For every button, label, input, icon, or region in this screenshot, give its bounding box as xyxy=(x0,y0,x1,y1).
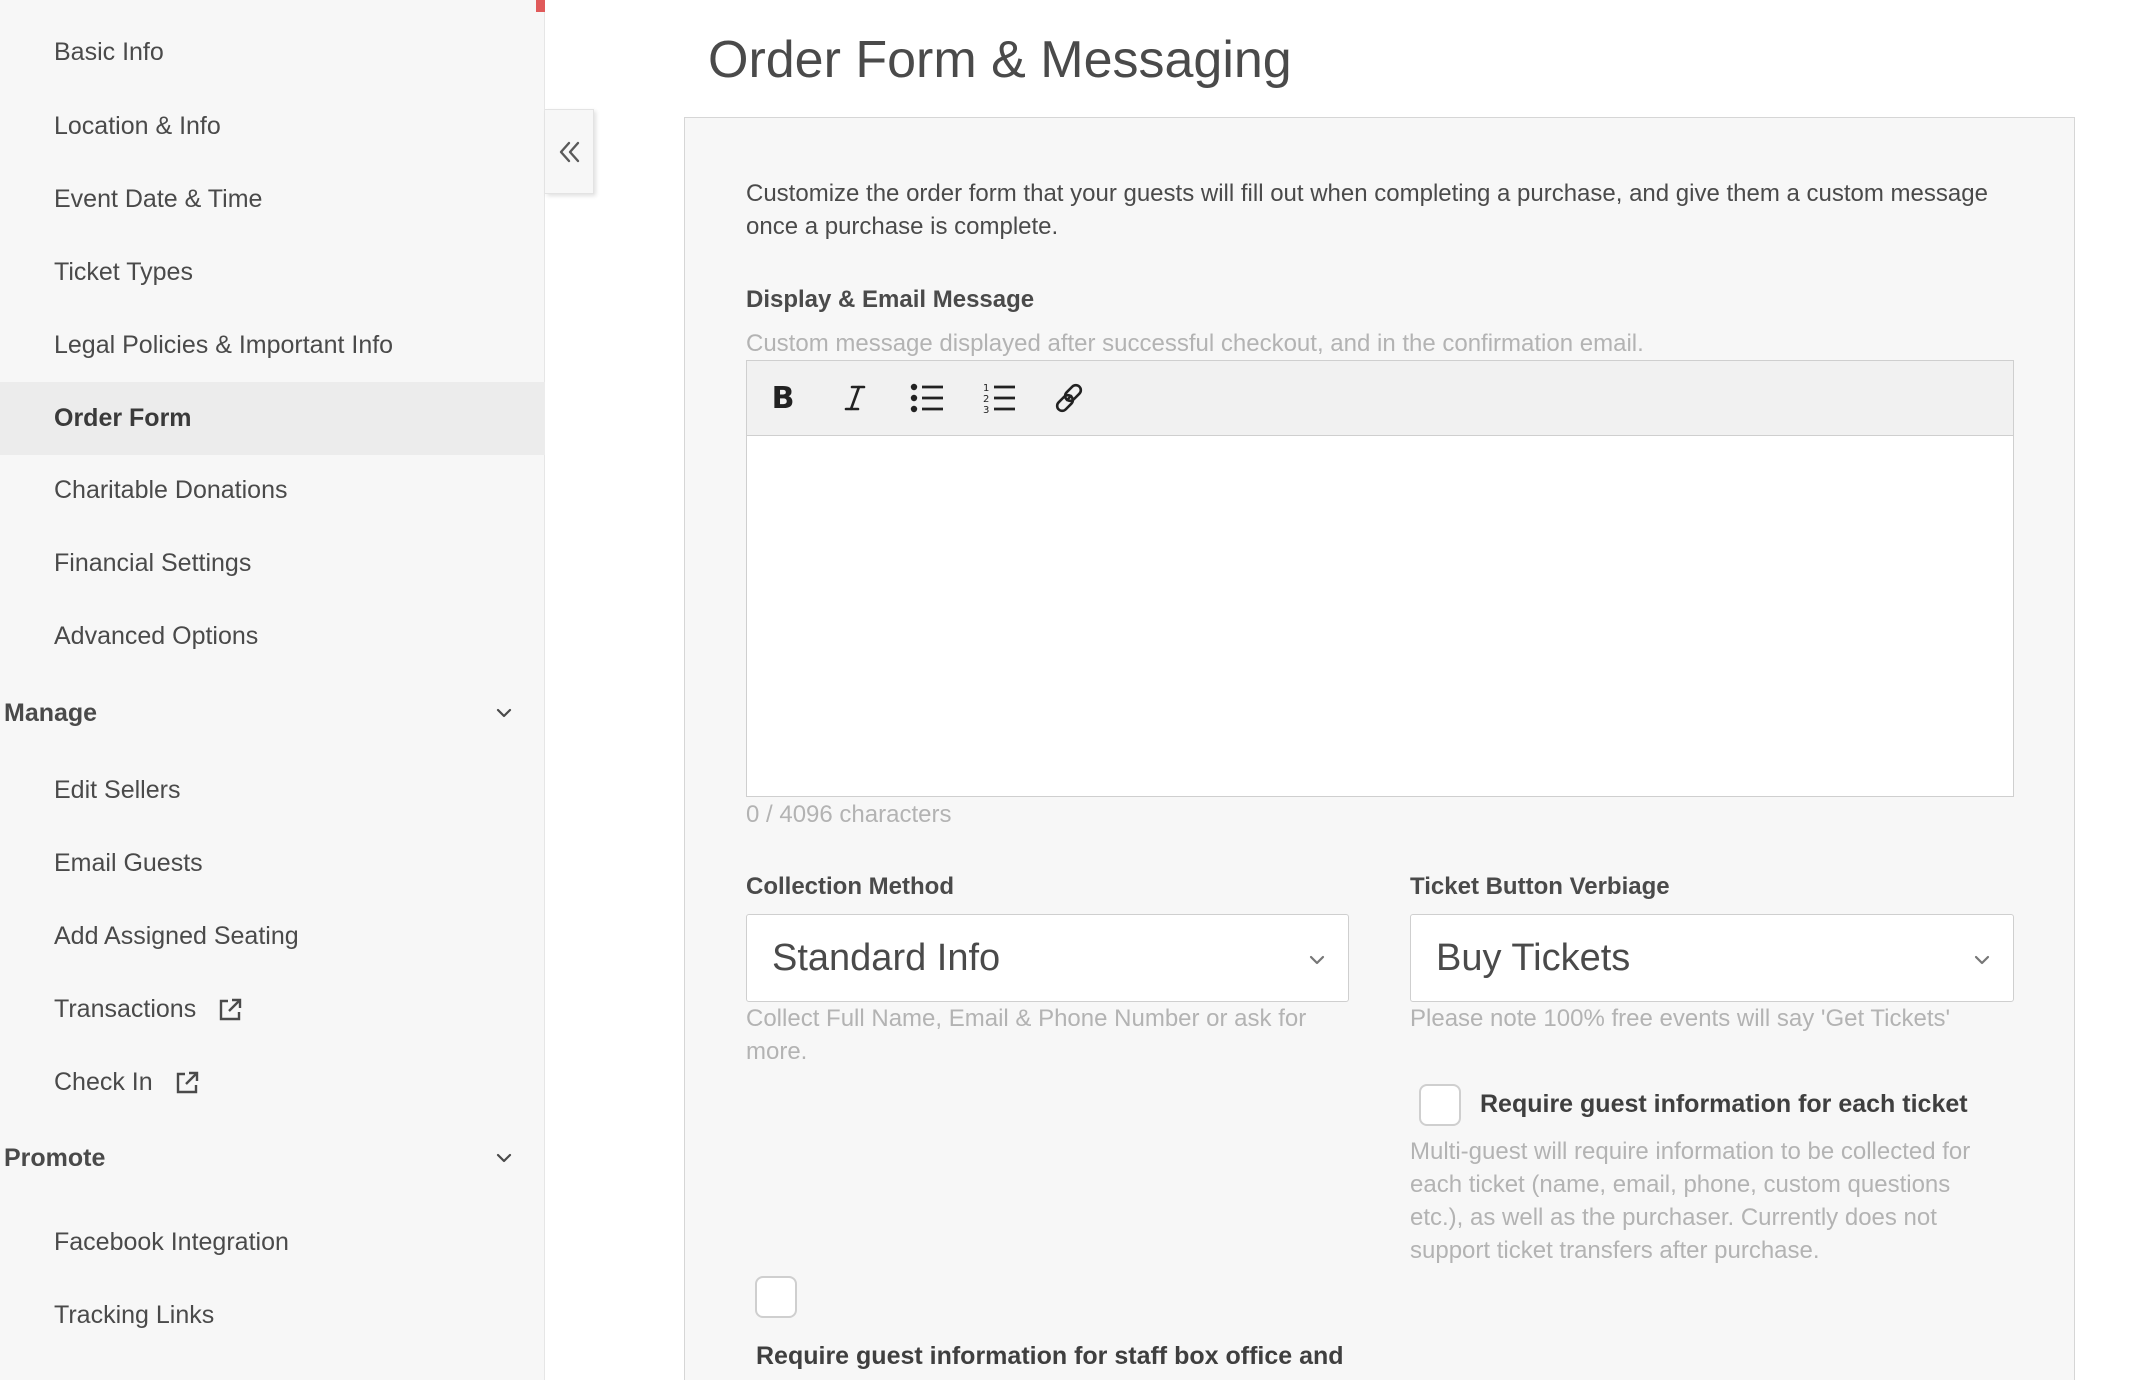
sidebar-item-label: Facebook Integration xyxy=(54,1228,289,1256)
svg-text:3: 3 xyxy=(983,405,989,415)
sidebar-item-advanced-options[interactable]: Advanced Options xyxy=(0,600,545,673)
sidebar-item-label: Email Guests xyxy=(54,849,203,877)
sidebar-item-label: Order Form xyxy=(54,404,192,432)
sidebar-item-label: Ticket Types xyxy=(54,258,193,286)
character-count: 0 / 4096 characters xyxy=(746,801,952,828)
collection-method-label: Collection Method xyxy=(746,873,954,900)
sidebar-item-event-date-time[interactable]: Event Date & Time xyxy=(0,163,545,236)
sidebar-item-label: Legal Policies & Important Info xyxy=(54,331,394,359)
sidebar: Basic Info Location & Info Event Date & … xyxy=(0,0,545,1380)
display-message-label: Display & Email Message xyxy=(746,286,1035,313)
chevron-down-icon xyxy=(1309,955,1325,965)
require-staff-checkbox[interactable] xyxy=(755,1276,797,1318)
italic-icon xyxy=(844,385,866,411)
chevron-down-icon xyxy=(496,1153,512,1163)
link-icon xyxy=(1055,383,1083,413)
bulleted-list-icon xyxy=(910,383,943,413)
sidebar-item-check-in[interactable]: Check In xyxy=(0,1046,545,1119)
sidebar-item-financial-settings[interactable]: Financial Settings xyxy=(0,527,545,600)
sidebar-item-legal-policies[interactable]: Legal Policies & Important Info xyxy=(0,309,545,382)
page-title: Order Form & Messaging xyxy=(708,31,1292,89)
require-each-ticket-checkbox[interactable] xyxy=(1419,1084,1461,1126)
sidebar-accent-bar xyxy=(536,0,545,12)
rich-text-editor: B 123 xyxy=(746,360,2014,797)
sidebar-item-edit-sellers[interactable]: Edit Sellers xyxy=(0,754,545,827)
sidebar-section-manage[interactable]: Manage xyxy=(0,677,545,750)
intro-text: Customize the order form that your guest… xyxy=(746,180,1988,240)
sidebar-item-email-guests[interactable]: Email Guests xyxy=(0,827,545,900)
ticket-button-verbiage-label: Ticket Button Verbiage xyxy=(1410,873,1670,900)
chevron-down-icon xyxy=(496,708,512,718)
svg-text:2: 2 xyxy=(983,394,989,405)
sidebar-item-add-assigned-seating[interactable]: Add Assigned Seating xyxy=(0,900,545,973)
sidebar-collapse-button[interactable] xyxy=(545,109,594,194)
sidebar-item-label: Transactions xyxy=(54,995,197,1023)
sidebar-item-order-form[interactable]: Order Form xyxy=(0,382,545,455)
sidebar-item-ticket-types[interactable]: Ticket Types xyxy=(0,236,545,309)
sidebar-item-label: Edit Sellers xyxy=(54,776,181,804)
ticket-button-verbiage-value: Buy Tickets xyxy=(1436,936,1631,979)
sidebar-item-label: Tracking Links xyxy=(54,1301,215,1329)
editor-toolbar: B 123 xyxy=(747,361,2013,436)
message-editor-textarea[interactable] xyxy=(747,437,2013,796)
sidebar-item-tracking-links[interactable]: Tracking Links xyxy=(0,1279,545,1352)
require-each-ticket-help: Multi-guest will require information to … xyxy=(1410,1138,1971,1264)
display-message-help: Custom message displayed after successfu… xyxy=(746,330,1644,357)
ticket-button-verbiage-help: Please note 100% free events will say 'G… xyxy=(1410,1005,1951,1032)
bold-button[interactable]: B xyxy=(764,379,802,417)
sidebar-item-basic-info[interactable]: Basic Info xyxy=(0,16,545,89)
italic-button[interactable] xyxy=(836,379,874,417)
sidebar-item-label: Location & Info xyxy=(54,112,221,140)
link-button[interactable] xyxy=(1050,379,1088,417)
sidebar-item-charitable-donations[interactable]: Charitable Donations xyxy=(0,454,545,527)
sidebar-item-label: Check In xyxy=(54,1068,153,1096)
sidebar-item-label: Add Assigned Seating xyxy=(54,922,299,950)
sidebar-item-location-info[interactable]: Location & Info xyxy=(0,90,545,163)
sidebar-item-facebook-integration[interactable]: Facebook Integration xyxy=(0,1206,545,1279)
ticket-button-verbiage-select[interactable]: Buy Tickets xyxy=(1410,914,2014,1002)
double-chevron-left-icon xyxy=(559,141,580,162)
section-title: Promote xyxy=(4,1144,106,1172)
section-title: Manage xyxy=(4,699,98,727)
sidebar-item-transactions[interactable]: Transactions xyxy=(0,973,545,1046)
svg-text:1: 1 xyxy=(983,383,989,394)
numbered-list-button[interactable]: 123 xyxy=(980,379,1018,417)
numbered-list-icon: 123 xyxy=(983,383,1015,415)
sidebar-item-label: Financial Settings xyxy=(54,549,252,577)
require-each-ticket-label: Require guest information for each ticke… xyxy=(1480,1090,1968,1118)
sidebar-item-label: Charitable Donations xyxy=(54,476,288,504)
external-link-icon xyxy=(219,998,242,1020)
sidebar-item-label: Advanced Options xyxy=(54,622,259,650)
collection-method-help: Collect Full Name, Email & Phone Number … xyxy=(746,1005,1307,1065)
sidebar-section-promote[interactable]: Promote xyxy=(0,1122,545,1195)
sidebar-item-label: Basic Info xyxy=(54,38,164,66)
chevron-down-icon xyxy=(1974,955,1990,965)
svg-text:B: B xyxy=(772,383,795,413)
external-link-icon xyxy=(176,1071,198,1093)
require-staff-label: Require guest information for staff box … xyxy=(756,1342,1344,1370)
collection-method-select[interactable]: Standard Info xyxy=(746,914,1349,1002)
sidebar-item-label: Event Date & Time xyxy=(54,185,263,213)
bold-icon: B xyxy=(772,383,795,413)
collection-method-value: Standard Info xyxy=(772,936,1001,979)
bulleted-list-button[interactable] xyxy=(908,379,946,417)
